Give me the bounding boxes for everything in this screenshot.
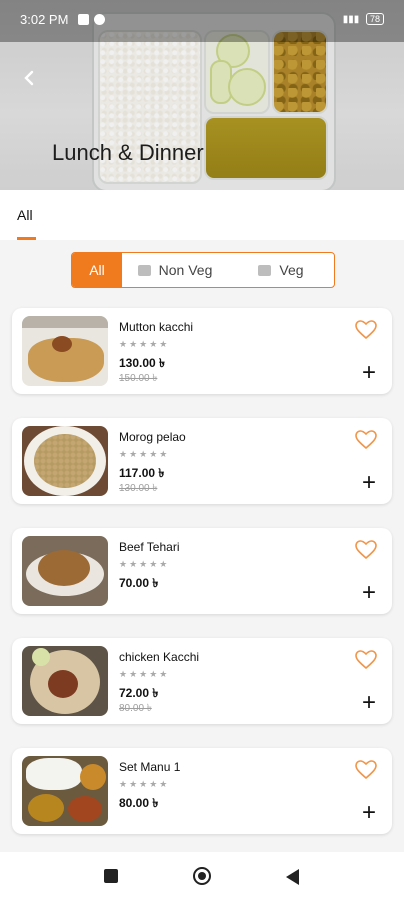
add-to-cart-button[interactable]: + xyxy=(358,581,380,605)
status-time: 3:02 PM xyxy=(20,12,69,27)
system-nav-bar xyxy=(0,852,404,900)
filter-non-veg-button[interactable]: Non Veg xyxy=(122,253,228,287)
heart-icon[interactable] xyxy=(354,318,378,342)
food-image xyxy=(22,316,108,386)
heart-icon[interactable] xyxy=(354,758,378,782)
food-name: Mutton kacchi xyxy=(119,320,194,334)
chevron-left-icon xyxy=(24,70,34,86)
food-card[interactable]: Beef Tehari ★★★★★ 70.00 ৳ + xyxy=(12,528,392,614)
whatsapp-icon xyxy=(94,14,105,25)
heart-icon[interactable] xyxy=(354,648,378,672)
add-to-cart-button[interactable]: + xyxy=(358,361,380,385)
home-icon[interactable] xyxy=(193,867,211,885)
back-button[interactable] xyxy=(18,66,42,90)
recents-icon[interactable] xyxy=(104,869,118,883)
non-veg-icon xyxy=(137,264,151,276)
food-card[interactable]: chicken Kacchi ★★★★★ 72.00 ৳ 80.00 ৳ + xyxy=(12,638,392,724)
heart-icon[interactable] xyxy=(354,428,378,452)
food-card[interactable]: Morog pelao ★★★★★ 117.00 ৳ 130.00 ৳ + xyxy=(12,418,392,504)
rating-stars: ★★★★★ xyxy=(119,449,170,459)
food-image xyxy=(22,756,108,826)
category-tabs: All xyxy=(0,190,404,240)
food-card[interactable]: Mutton kacchi ★★★★★ 130.00 ৳ 150.00 ৳ + xyxy=(12,308,392,394)
tab-all[interactable]: All xyxy=(17,207,33,223)
battery-icon: 78 xyxy=(365,13,384,25)
filter-veg-label: Veg xyxy=(279,262,304,278)
food-name: Morog pelao xyxy=(119,430,186,444)
diet-filter: All Non Veg Veg xyxy=(71,252,335,288)
food-old-price: 150.00 ৳ xyxy=(119,373,158,384)
heart-icon[interactable] xyxy=(354,538,378,562)
rating-stars: ★★★★★ xyxy=(119,339,170,349)
filter-all-button[interactable]: All xyxy=(72,253,122,287)
food-name: Beef Tehari xyxy=(119,540,180,554)
status-bar: 3:02 PM ▮▮▮ 78 xyxy=(0,0,404,42)
food-card[interactable]: Set Manu 1 ★★★★★ 80.00 ৳ + xyxy=(12,748,392,834)
rating-stars: ★★★★★ xyxy=(119,669,170,679)
food-old-price: 80.00 ৳ xyxy=(119,703,152,714)
food-old-price: 130.00 ৳ xyxy=(119,483,158,494)
add-to-cart-button[interactable]: + xyxy=(358,801,380,825)
filter-non-veg-label: Non Veg xyxy=(158,262,213,278)
veg-icon xyxy=(258,264,272,276)
food-image xyxy=(22,646,108,716)
rating-stars: ★★★★★ xyxy=(119,559,170,569)
add-to-cart-button[interactable]: + xyxy=(358,471,380,495)
rating-stars: ★★★★★ xyxy=(119,779,170,789)
food-name: Set Manu 1 xyxy=(119,760,181,774)
food-price: 80.00 ৳ xyxy=(119,796,159,810)
food-image xyxy=(22,536,108,606)
food-price: 70.00 ৳ xyxy=(119,576,159,590)
food-image xyxy=(22,426,108,496)
signal-icon: ▮▮▮ xyxy=(342,14,360,25)
notification-icon xyxy=(78,14,89,25)
food-name: chicken Kacchi xyxy=(119,650,200,664)
hero-banner: 3:02 PM ▮▮▮ 78 Lunch & Dinner xyxy=(0,0,404,190)
add-to-cart-button[interactable]: + xyxy=(358,691,380,715)
back-icon[interactable] xyxy=(286,869,299,885)
filter-veg-button[interactable]: Veg xyxy=(228,253,334,287)
tab-active-indicator xyxy=(17,237,36,240)
page-title: Lunch & Dinner xyxy=(52,140,204,165)
